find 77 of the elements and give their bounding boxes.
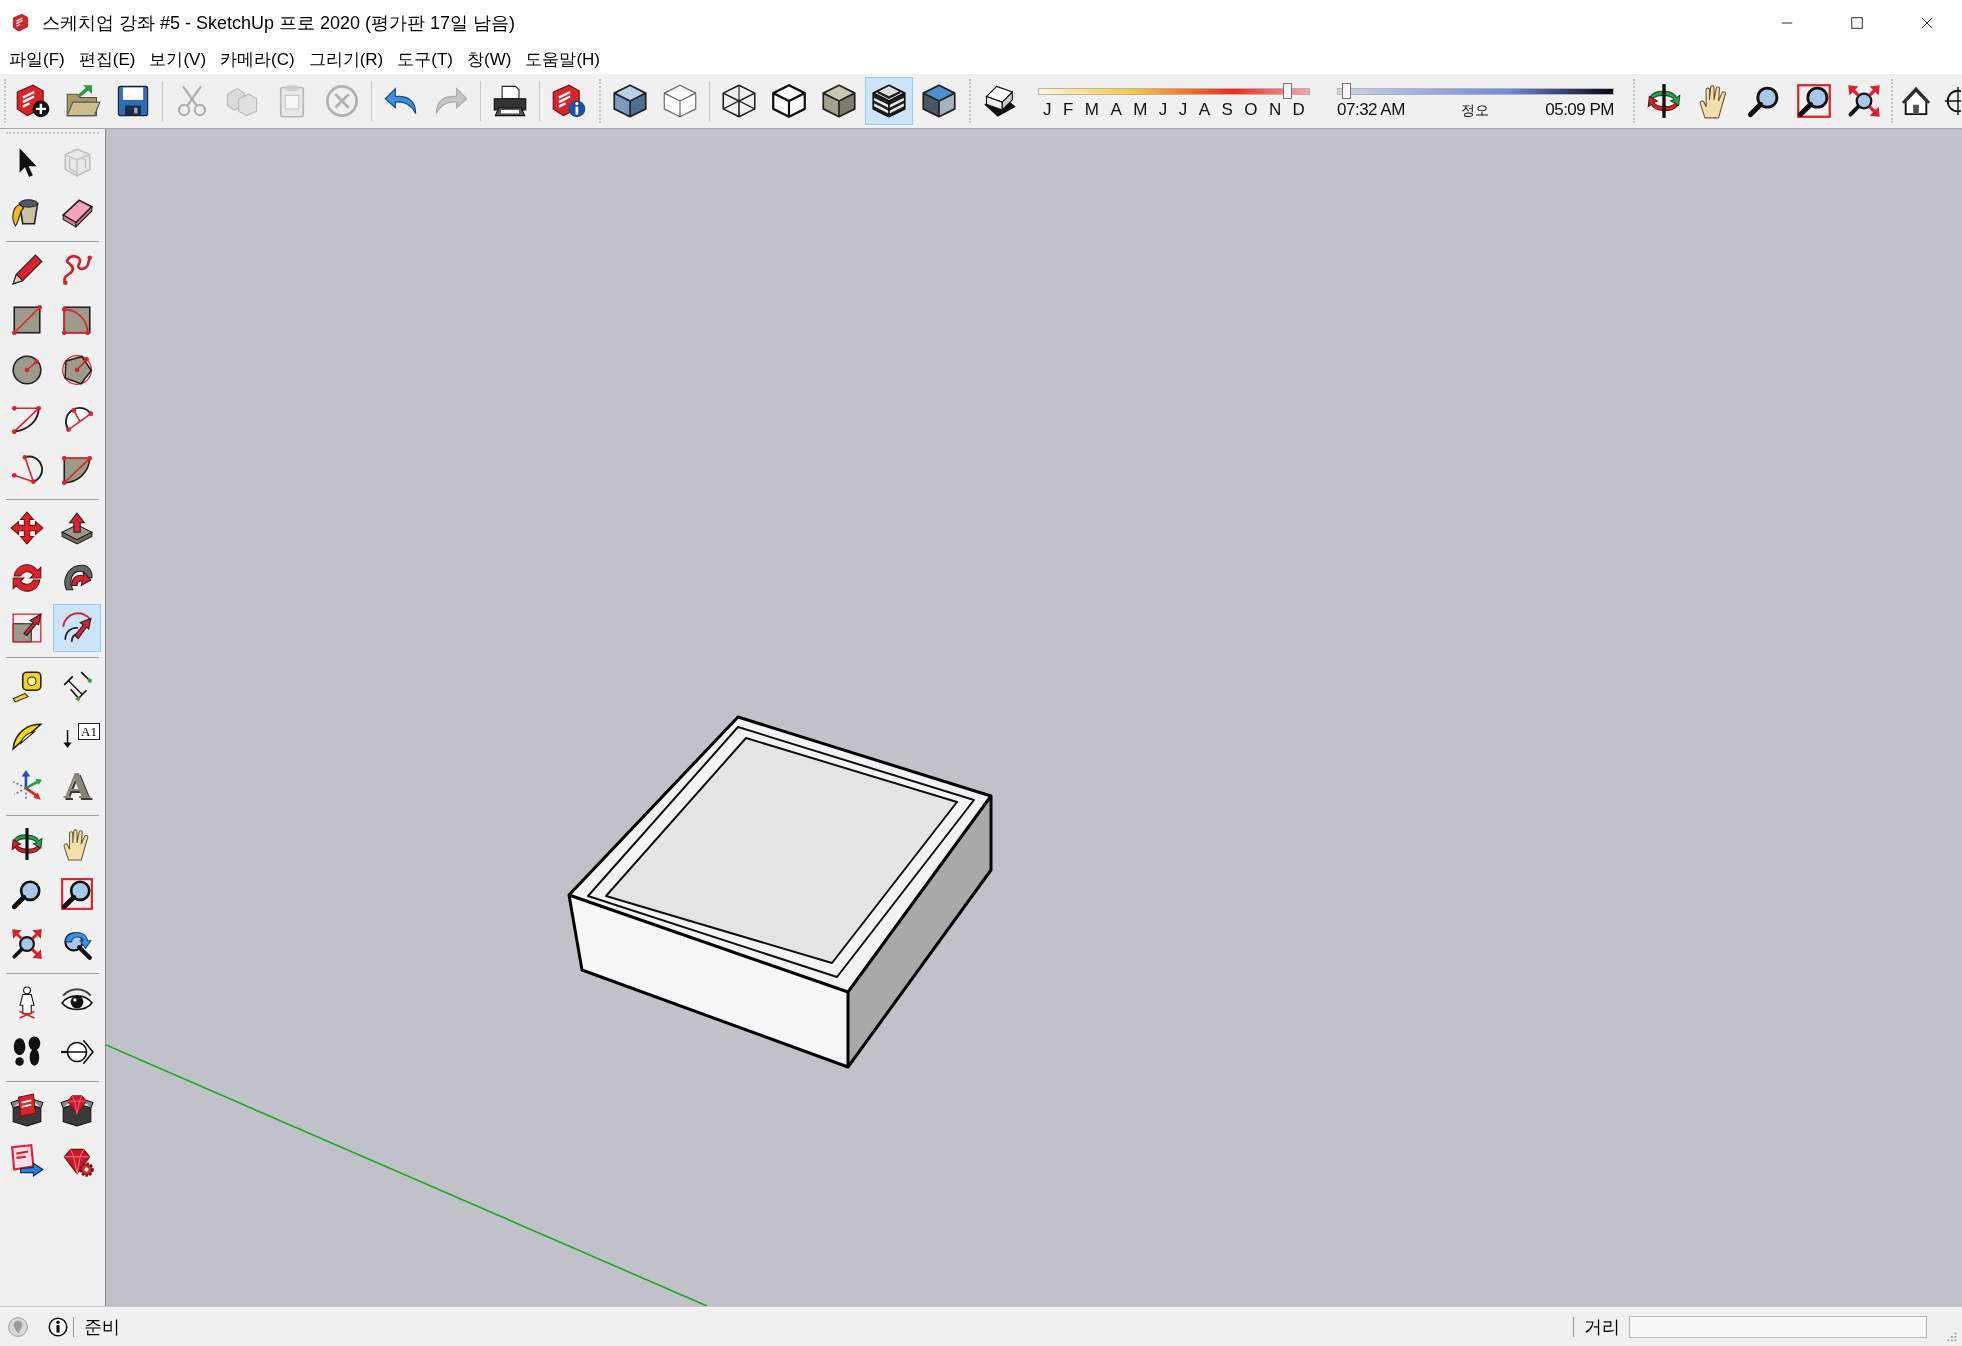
circle-radius-icon [10,353,44,387]
month-label: J [1043,99,1052,120]
orbit-arrows-icon [10,827,44,861]
circular-arrows-icon [10,561,44,595]
wireframe-cube-icon [721,83,757,119]
month-label: S [1221,99,1233,120]
square-arc-icon [60,303,94,337]
month-slider[interactable] [1038,82,1310,99]
document-arrow-icon [10,1143,44,1177]
open-box-logo-icon [10,1093,44,1127]
month-label: N [1268,99,1282,120]
folder-icon [65,83,101,119]
month-label: A [1110,99,1122,120]
menu-item[interactable]: 카메라(C) [213,47,302,73]
month-label: O [1244,99,1258,120]
magnifier-arrows-icon [1846,83,1882,119]
orbit-arrows-icon [1646,83,1682,119]
logo-info-icon [551,83,587,119]
maximize-icon [1850,16,1864,30]
two-tone-cube-icon [921,83,957,119]
outlined-cube-icon [771,83,807,119]
tape-measure-icon [10,669,44,703]
pie-slice-icon [60,453,94,487]
map-pin-icon [8,1316,28,1337]
menu-item[interactable]: 편집(E) [71,47,143,73]
square-diagonal-icon [10,303,44,337]
menu-item[interactable]: 보기(V) [142,47,214,73]
month-label: J [1178,99,1188,120]
magnifier-square-icon [60,877,94,911]
measurement-label: 거리 [1584,1315,1620,1339]
info-circle-icon [48,1316,68,1337]
text-button[interactable]: A1 [53,712,101,760]
arcs-arrow-icon [60,611,94,645]
logo-plus-icon [15,83,51,119]
solid-cube-icon [821,83,857,119]
slider-thumb[interactable] [1342,82,1352,99]
magnifier-arrows-icon [10,927,44,961]
menu-item[interactable]: 파일(F) [2,47,72,73]
pencil-icon [10,253,44,287]
pentagon-circle-icon [60,353,94,387]
month-label: M [1133,99,1148,120]
month-label: F [1062,99,1074,120]
axes-icon [10,769,44,803]
window-title: 스케치업 강좌 #5 - SketchUp 프로 2020 (평가판 17일 남음) [42,11,516,35]
status-message: 준비 [84,1315,120,1339]
slab-arrow-icon [60,511,94,545]
sunrise-time: 07:32 AM [1337,99,1405,120]
month-label: A [1198,99,1210,120]
shadow-cube-icon [982,83,1018,119]
sunset-time: 05:09 PM [1545,99,1614,120]
slider-thumb[interactable] [1282,82,1292,99]
tinted-cube-icon [612,83,648,119]
menu-item[interactable]: 그리기(R) [301,47,391,73]
time-slider[interactable] [1337,82,1614,99]
textured-style-button[interactable] [865,77,913,125]
crosshair-icon [1942,86,1962,116]
measurement-field[interactable] [1629,1315,1927,1338]
close-icon [1920,16,1934,30]
light-cube-icon [662,83,698,119]
magnifier-square-icon [1796,83,1832,119]
offset-button[interactable] [53,604,101,652]
arc-chord-icon [10,403,44,437]
arc-points-icon [10,453,44,487]
noon-label: 정오 [1461,100,1490,120]
house-icon [1901,86,1931,116]
month-label: J [1158,99,1168,120]
month-label: M [1084,99,1099,120]
striped-cube-icon [871,83,907,119]
printer-icon [492,83,528,119]
menu-item[interactable]: 창(W) [460,47,519,73]
circle-x-icon [324,83,360,119]
menu-item[interactable]: 도구(T) [390,47,460,73]
squiggle-icon [60,253,94,287]
four-arrows-icon [10,511,44,545]
open-box-gem-icon [60,1093,94,1127]
month-label: D [1292,99,1305,120]
menu-item[interactable]: 도움말(H) [518,47,607,73]
